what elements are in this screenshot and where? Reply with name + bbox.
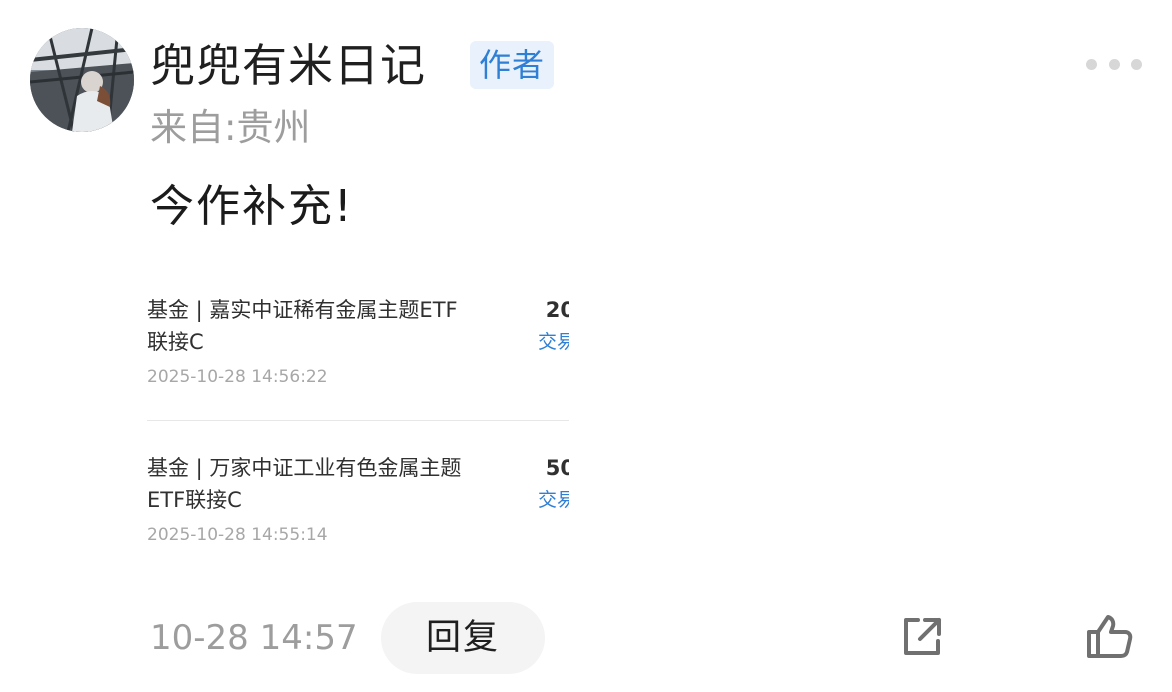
location-text: 来自:贵州 — [150, 106, 311, 149]
fund-name: 基金 | 万家中证工业有色金属主题ETF联接C — [147, 456, 462, 512]
thumbs-up-icon — [1087, 615, 1133, 658]
author-badge: 作者 — [470, 41, 554, 89]
fund-name: 基金 | 嘉实中证稀有金属主题ETF联接C — [147, 298, 458, 354]
trade-item[interactable]: 基金 | 万家中证工业有色金属主题ETF联接C 2025-10-28 14:55… — [147, 448, 569, 552]
trade-type: 交易 — [537, 331, 569, 353]
share-button[interactable] — [898, 613, 946, 661]
trade-type: 交易 — [537, 489, 569, 511]
more-icon-dot — [1086, 58, 1097, 70]
more-icon-dot — [1131, 58, 1142, 70]
comment-timestamp: 10-28 14:57 — [150, 618, 358, 658]
trade-divider — [147, 420, 569, 421]
share-icon — [904, 618, 941, 655]
trade-card[interactable]: 基金 | 嘉实中证稀有金属主题ETF联接C 2025-10-28 14:56:2… — [147, 290, 569, 552]
trade-time: 2025-10-28 14:56:22 — [147, 367, 328, 387]
avatar[interactable] — [30, 28, 134, 132]
trade-time: 2025-10-28 14:55:14 — [147, 525, 328, 545]
comment-text: 今作补充! — [150, 181, 354, 232]
username[interactable]: 兜兜有米日记 — [150, 38, 426, 94]
trade-amount: 50 — [545, 456, 569, 480]
trade-item[interactable]: 基金 | 嘉实中证稀有金属主题ETF联接C 2025-10-28 14:56:2… — [147, 290, 569, 421]
like-button[interactable] — [1084, 613, 1134, 661]
trade-amount: 20 — [545, 298, 569, 322]
more-icon-dot — [1108, 58, 1120, 70]
reply-button[interactable]: 回复 — [381, 602, 545, 674]
more-button[interactable] — [1086, 52, 1142, 76]
